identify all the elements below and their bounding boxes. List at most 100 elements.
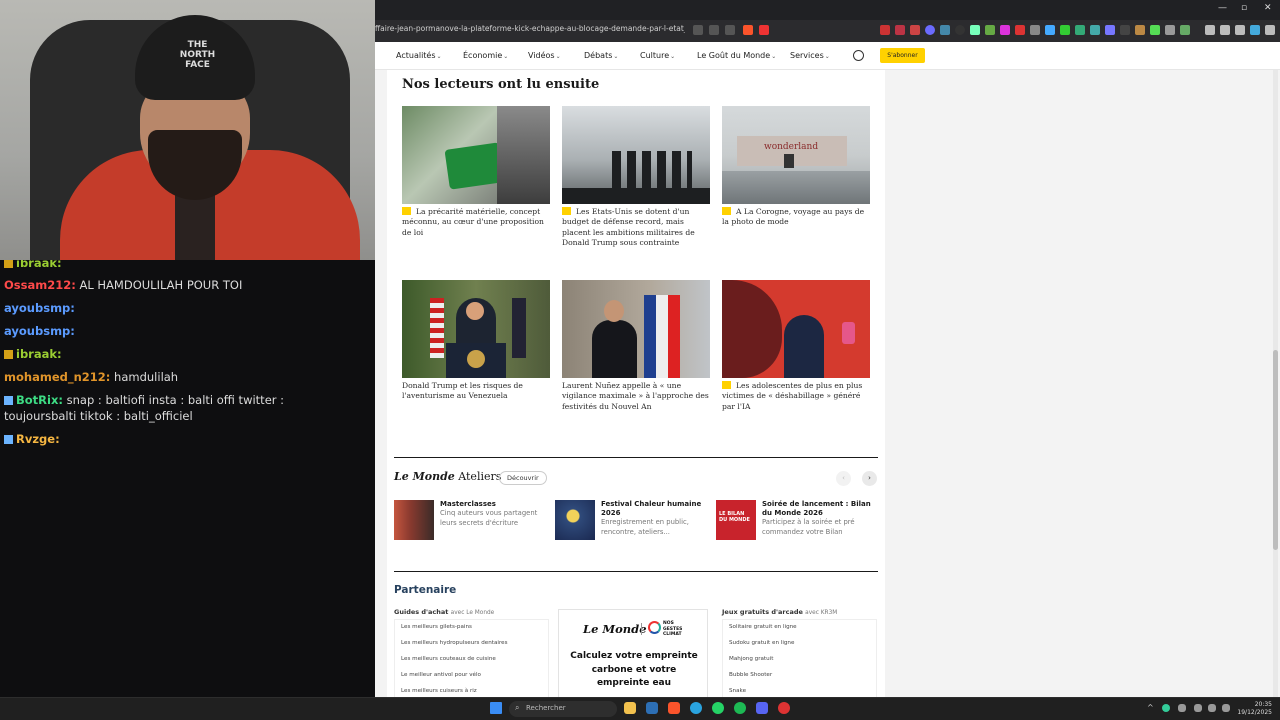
article-card[interactable]: Les Etats-Unis se dotent d'un budget de …: [562, 106, 710, 248]
leo-icon[interactable]: [1250, 25, 1260, 35]
menu-icon[interactable]: [1265, 25, 1275, 35]
obs-icon[interactable]: [778, 702, 790, 714]
maximize-icon[interactable]: ▫: [1241, 3, 1247, 13]
chat-username[interactable]: Ossam212:: [4, 278, 76, 292]
article-image[interactable]: [402, 106, 550, 204]
extension-icon-12[interactable]: [1045, 25, 1055, 35]
extension-icon-19[interactable]: [1150, 25, 1160, 35]
minimize-icon[interactable]: —: [1218, 3, 1227, 13]
nav-economie[interactable]: Économie⌄: [463, 51, 508, 60]
article-card[interactable]: wonderland A La Corogne, voyage au pays …: [722, 106, 870, 228]
brave-shield-icon[interactable]: [743, 25, 753, 35]
extension-badge-icon[interactable]: [895, 25, 905, 35]
chat-username[interactable]: BotRix:: [16, 393, 63, 407]
url-text[interactable]: ffaire-jean-pormanove-la-plateforme-kick…: [375, 24, 685, 33]
guide-link[interactable]: Les meilleurs couteaux de cuisine: [401, 656, 496, 662]
article-image[interactable]: [562, 106, 710, 204]
extension-icon-11[interactable]: [1030, 25, 1040, 35]
article-caption[interactable]: Laurent Nuñez appelle à « une vigilance …: [562, 381, 709, 411]
tray-chevron-icon[interactable]: ^: [1147, 703, 1154, 712]
extension-icon-10[interactable]: [1015, 25, 1025, 35]
tray-network-icon[interactable]: [1178, 704, 1186, 712]
article-image[interactable]: [722, 280, 870, 378]
atelier-image[interactable]: [394, 500, 434, 540]
extension-icon-6[interactable]: [955, 25, 965, 35]
atelier-image[interactable]: LE BILAN DU MONDE: [716, 500, 756, 540]
guide-link[interactable]: Le meilleur antivol pour vélo: [401, 672, 481, 678]
vpn-icon[interactable]: [1235, 25, 1245, 35]
tray-app-icon[interactable]: [1162, 704, 1170, 712]
nav-culture[interactable]: Culture⌄: [640, 51, 675, 60]
chat-username[interactable]: ibraak:: [16, 260, 62, 270]
game-link[interactable]: Sudoku gratuit en ligne: [729, 640, 794, 646]
atelier-item[interactable]: Masterclasses Cinq auteurs vous partagen…: [394, 500, 549, 540]
extension-icon-14[interactable]: [1075, 25, 1085, 35]
nav-services[interactable]: Services⌄: [790, 51, 830, 60]
carbon-footprint-ad[interactable]: Le Monde NOS GESTES CLIMAT Calculez votr…: [558, 609, 708, 697]
atelier-item[interactable]: LE BILAN DU MONDE Soirée de lancement : …: [716, 500, 871, 540]
close-icon[interactable]: ✕: [1264, 3, 1272, 13]
guide-link[interactable]: Les meilleurs hydropulseurs dentaires: [401, 640, 507, 646]
article-caption[interactable]: La précarité matérielle, concept méconnu…: [402, 207, 544, 237]
extension-icon-15[interactable]: [1090, 25, 1100, 35]
extension-icon-13[interactable]: [1060, 25, 1070, 35]
telegram-icon[interactable]: [690, 702, 702, 714]
search-placeholder[interactable]: Rechercher: [526, 704, 566, 712]
carousel-next-button[interactable]: ›: [862, 471, 877, 486]
sidebar-icon[interactable]: [1205, 25, 1215, 35]
article-caption[interactable]: Les adolescentes de plus en plus victime…: [722, 381, 862, 411]
extension-icon-3[interactable]: [910, 25, 920, 35]
article-image[interactable]: [562, 280, 710, 378]
extension-icon-4[interactable]: [925, 25, 935, 35]
article-card[interactable]: Laurent Nuñez appelle à « une vigilance …: [562, 280, 710, 412]
article-caption[interactable]: A La Corogne, voyage au pays de la photo…: [722, 207, 864, 226]
brave-browser-icon[interactable]: [668, 702, 680, 714]
subscribe-button[interactable]: S'abonner: [880, 48, 925, 63]
guide-link[interactable]: Les meilleurs gilets-pains: [401, 624, 472, 630]
discover-button[interactable]: Découvrir: [499, 471, 547, 485]
article-caption[interactable]: Les Etats-Unis se dotent d'un budget de …: [562, 207, 695, 247]
file-explorer-icon[interactable]: [624, 702, 636, 714]
extension-icon-5[interactable]: [940, 25, 950, 35]
wallet-icon[interactable]: [1220, 25, 1230, 35]
article-image[interactable]: wonderland: [722, 106, 870, 204]
game-link[interactable]: Snake: [729, 688, 746, 694]
extension-icon-8[interactable]: [985, 25, 995, 35]
extension-icon-7[interactable]: [970, 25, 980, 35]
address-bar[interactable]: ffaire-jean-pormanove-la-plateforme-kick…: [375, 20, 1280, 42]
nav-actualites[interactable]: Actualités⌄: [396, 51, 442, 60]
game-link[interactable]: Mahjong gratuit: [729, 656, 773, 662]
atelier-title[interactable]: Festival Chaleur humaine 2026: [601, 500, 711, 518]
account-icon[interactable]: [853, 50, 864, 61]
scrollbar-thumb[interactable]: [1273, 350, 1278, 550]
store-icon[interactable]: [646, 702, 658, 714]
nav-gout-du-monde[interactable]: Le Goût du Monde⌄: [697, 51, 776, 60]
game-link[interactable]: Solitaire gratuit en ligne: [729, 624, 797, 630]
carousel-prev-button[interactable]: ‹: [836, 471, 851, 486]
chat-username[interactable]: ayoubsmp:: [4, 324, 75, 338]
share-icon[interactable]: [725, 25, 735, 35]
article-card[interactable]: Les adolescentes de plus en plus victime…: [722, 280, 870, 412]
article-card[interactable]: La précarité matérielle, concept méconnu…: [402, 106, 550, 238]
chat-username[interactable]: ibraak:: [16, 347, 62, 361]
spotify-icon[interactable]: [734, 702, 746, 714]
page-scrollbar[interactable]: [1273, 70, 1278, 697]
extension-icon-21[interactable]: [1180, 25, 1190, 35]
article-image[interactable]: [402, 280, 550, 378]
extension-icon-17[interactable]: [1120, 25, 1130, 35]
windows-start-icon[interactable]: [490, 702, 502, 714]
nav-debats[interactable]: Débats⌄: [584, 51, 618, 60]
taskbar-clock[interactable]: 20:35 19/12/2025: [1236, 701, 1272, 716]
article-caption[interactable]: Donald Trump et les risques de l'aventur…: [402, 381, 523, 400]
extension-icon-20[interactable]: [1165, 25, 1175, 35]
chat-username[interactable]: mohamed_n212:: [4, 370, 110, 384]
extension-icon-16[interactable]: [1105, 25, 1115, 35]
atelier-title[interactable]: Soirée de lancement : Bilan du Monde 202…: [762, 500, 872, 518]
zoom-icon[interactable]: [693, 25, 703, 35]
tray-mic-icon[interactable]: [1194, 704, 1202, 712]
save-page-icon[interactable]: [709, 25, 719, 35]
extension-icon-18[interactable]: [1135, 25, 1145, 35]
nav-videos[interactable]: Vidéos⌄: [528, 51, 561, 60]
tray-volume-icon[interactable]: [1222, 704, 1230, 712]
chat-username[interactable]: Rvzge:: [16, 432, 60, 446]
